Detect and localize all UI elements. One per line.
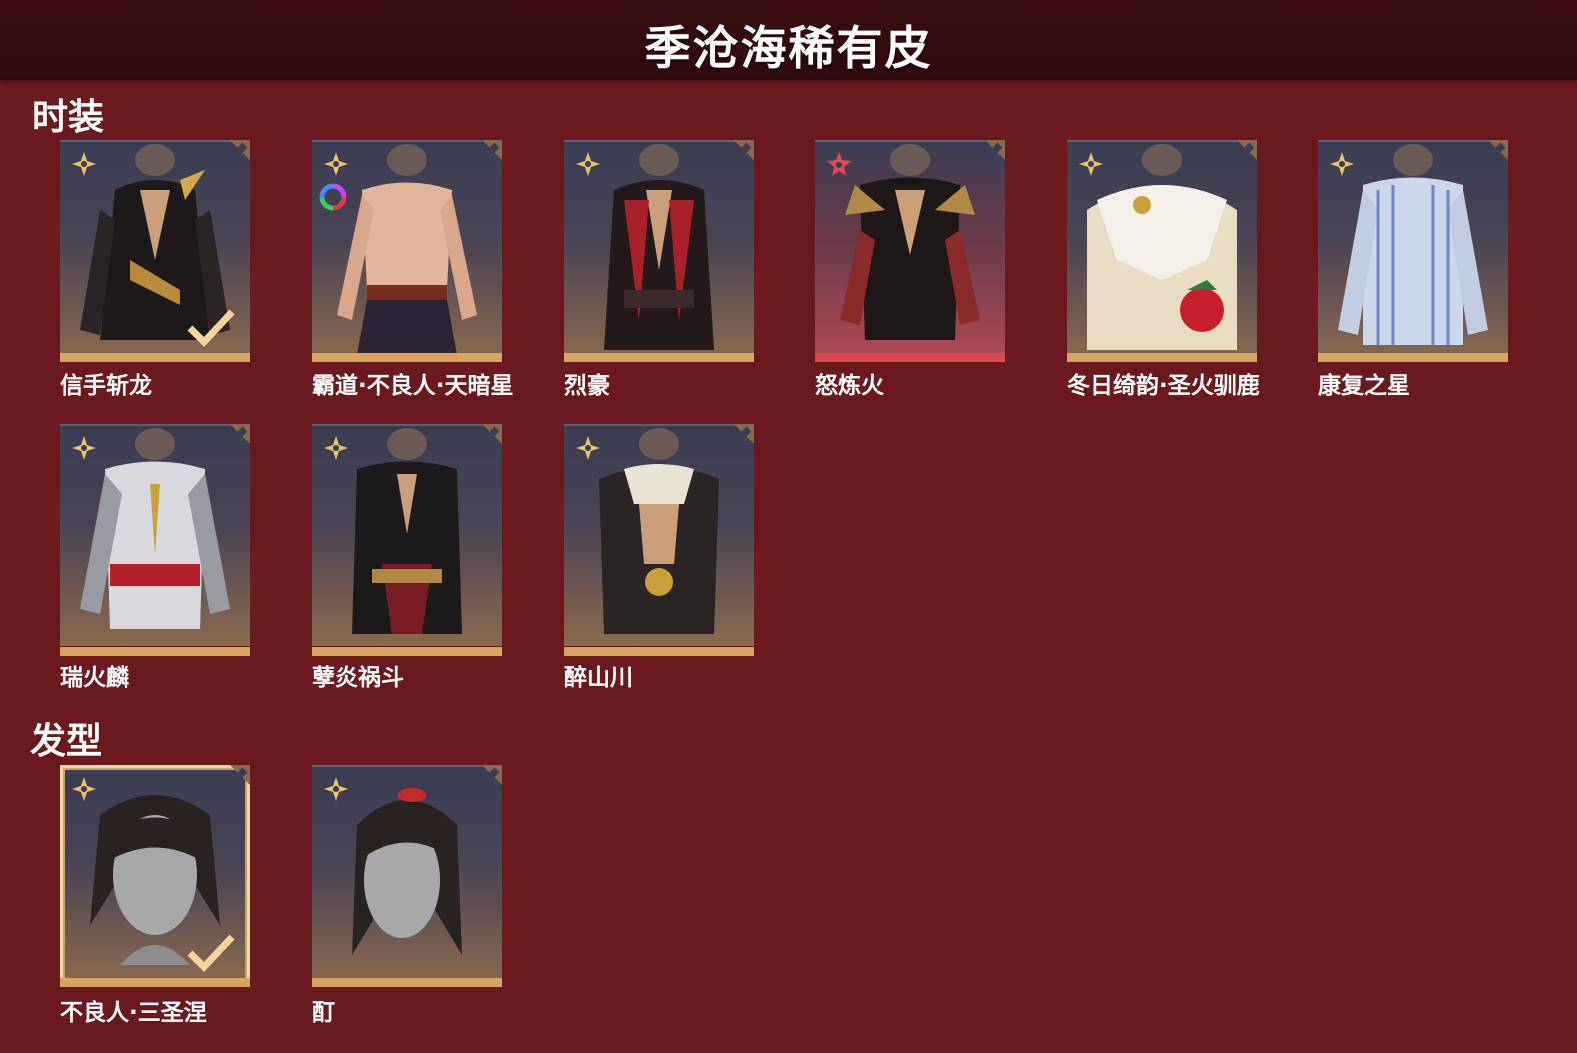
gold-flower-icon bbox=[576, 152, 600, 176]
page-header: 季沧海稀有皮 bbox=[0, 0, 1577, 80]
outfit-card[interactable]: 信手斩龙 bbox=[60, 140, 250, 399]
gold-flower-icon bbox=[324, 777, 348, 801]
outfit-card[interactable]: 怒炼火 bbox=[815, 140, 1005, 399]
corner-decoration bbox=[1486, 140, 1508, 162]
card-rarity-bar bbox=[564, 353, 754, 362]
corner-decoration bbox=[228, 765, 250, 787]
gold-flower-icon bbox=[72, 436, 96, 460]
section-title-outfits: 时装 bbox=[32, 97, 105, 138]
checkmark-icon bbox=[187, 309, 235, 348]
corner-decoration bbox=[983, 140, 1005, 162]
checkmark-icon bbox=[187, 934, 235, 973]
outfit-name: 怒炼火 bbox=[815, 373, 884, 399]
outfit-card[interactable]: 瑞火麟 bbox=[60, 424, 250, 691]
gold-flower-icon bbox=[1330, 152, 1354, 176]
hair-card[interactable]: 不良人·三圣涅 bbox=[60, 765, 250, 1026]
gold-flower-icon bbox=[1079, 152, 1103, 176]
gold-flower-icon bbox=[576, 436, 600, 460]
hair-card[interactable]: 酊 bbox=[312, 765, 502, 1026]
red-flower-icon bbox=[827, 152, 851, 176]
outfit-card[interactable]: 冬日绮韵·圣火驯鹿 bbox=[1067, 140, 1260, 399]
gold-flower-icon bbox=[324, 436, 348, 460]
gold-flower-icon bbox=[324, 152, 348, 176]
outfit-name: 康复之星 bbox=[1318, 373, 1410, 399]
corner-decoration bbox=[480, 140, 502, 162]
corner-decoration bbox=[228, 140, 250, 162]
outfit-card[interactable]: 康复之星 bbox=[1318, 140, 1508, 399]
outfit-name: 霸道·不良人·天暗星 bbox=[312, 373, 514, 399]
corner-decoration bbox=[732, 424, 754, 446]
section-title-hair: 发型 bbox=[30, 721, 103, 762]
page-title: 季沧海稀有皮 bbox=[644, 21, 933, 75]
outfit-name: 瑞火麟 bbox=[60, 665, 129, 691]
corner-decoration bbox=[228, 424, 250, 446]
corner-decoration bbox=[480, 765, 502, 787]
outfit-name: 冬日绮韵·圣火驯鹿 bbox=[1067, 373, 1260, 399]
hair-name: 不良人·三圣涅 bbox=[60, 1000, 207, 1026]
card-rarity-bar bbox=[815, 353, 1005, 362]
corner-decoration bbox=[1235, 140, 1257, 162]
gold-flower-icon bbox=[72, 152, 96, 176]
outfit-card[interactable]: 烈豪 bbox=[564, 140, 754, 399]
outfit-name: 醉山川 bbox=[564, 665, 633, 691]
gold-flower-icon bbox=[72, 777, 96, 801]
color-wheel-icon bbox=[319, 183, 347, 211]
card-rarity-bar bbox=[60, 647, 250, 656]
outfit-name: 信手斩龙 bbox=[60, 373, 152, 399]
card-rarity-bar bbox=[312, 647, 502, 656]
card-rarity-bar bbox=[60, 353, 250, 362]
corner-decoration bbox=[732, 140, 754, 162]
outfit-card[interactable]: 孽炎祸斗 bbox=[312, 424, 502, 691]
card-rarity-bar bbox=[312, 978, 502, 987]
outfit-name: 孽炎祸斗 bbox=[312, 665, 404, 691]
outfit-card[interactable]: 醉山川 bbox=[564, 424, 754, 691]
hair-name: 酊 bbox=[312, 1000, 335, 1026]
card-rarity-bar bbox=[312, 353, 502, 362]
corner-decoration bbox=[480, 424, 502, 446]
card-rarity-bar bbox=[1318, 353, 1508, 362]
card-rarity-bar bbox=[60, 978, 250, 987]
outfit-card[interactable]: 霸道·不良人·天暗星 bbox=[312, 140, 513, 399]
outfit-name: 烈豪 bbox=[564, 373, 610, 399]
card-rarity-bar bbox=[1067, 353, 1257, 362]
card-rarity-bar bbox=[564, 647, 754, 656]
